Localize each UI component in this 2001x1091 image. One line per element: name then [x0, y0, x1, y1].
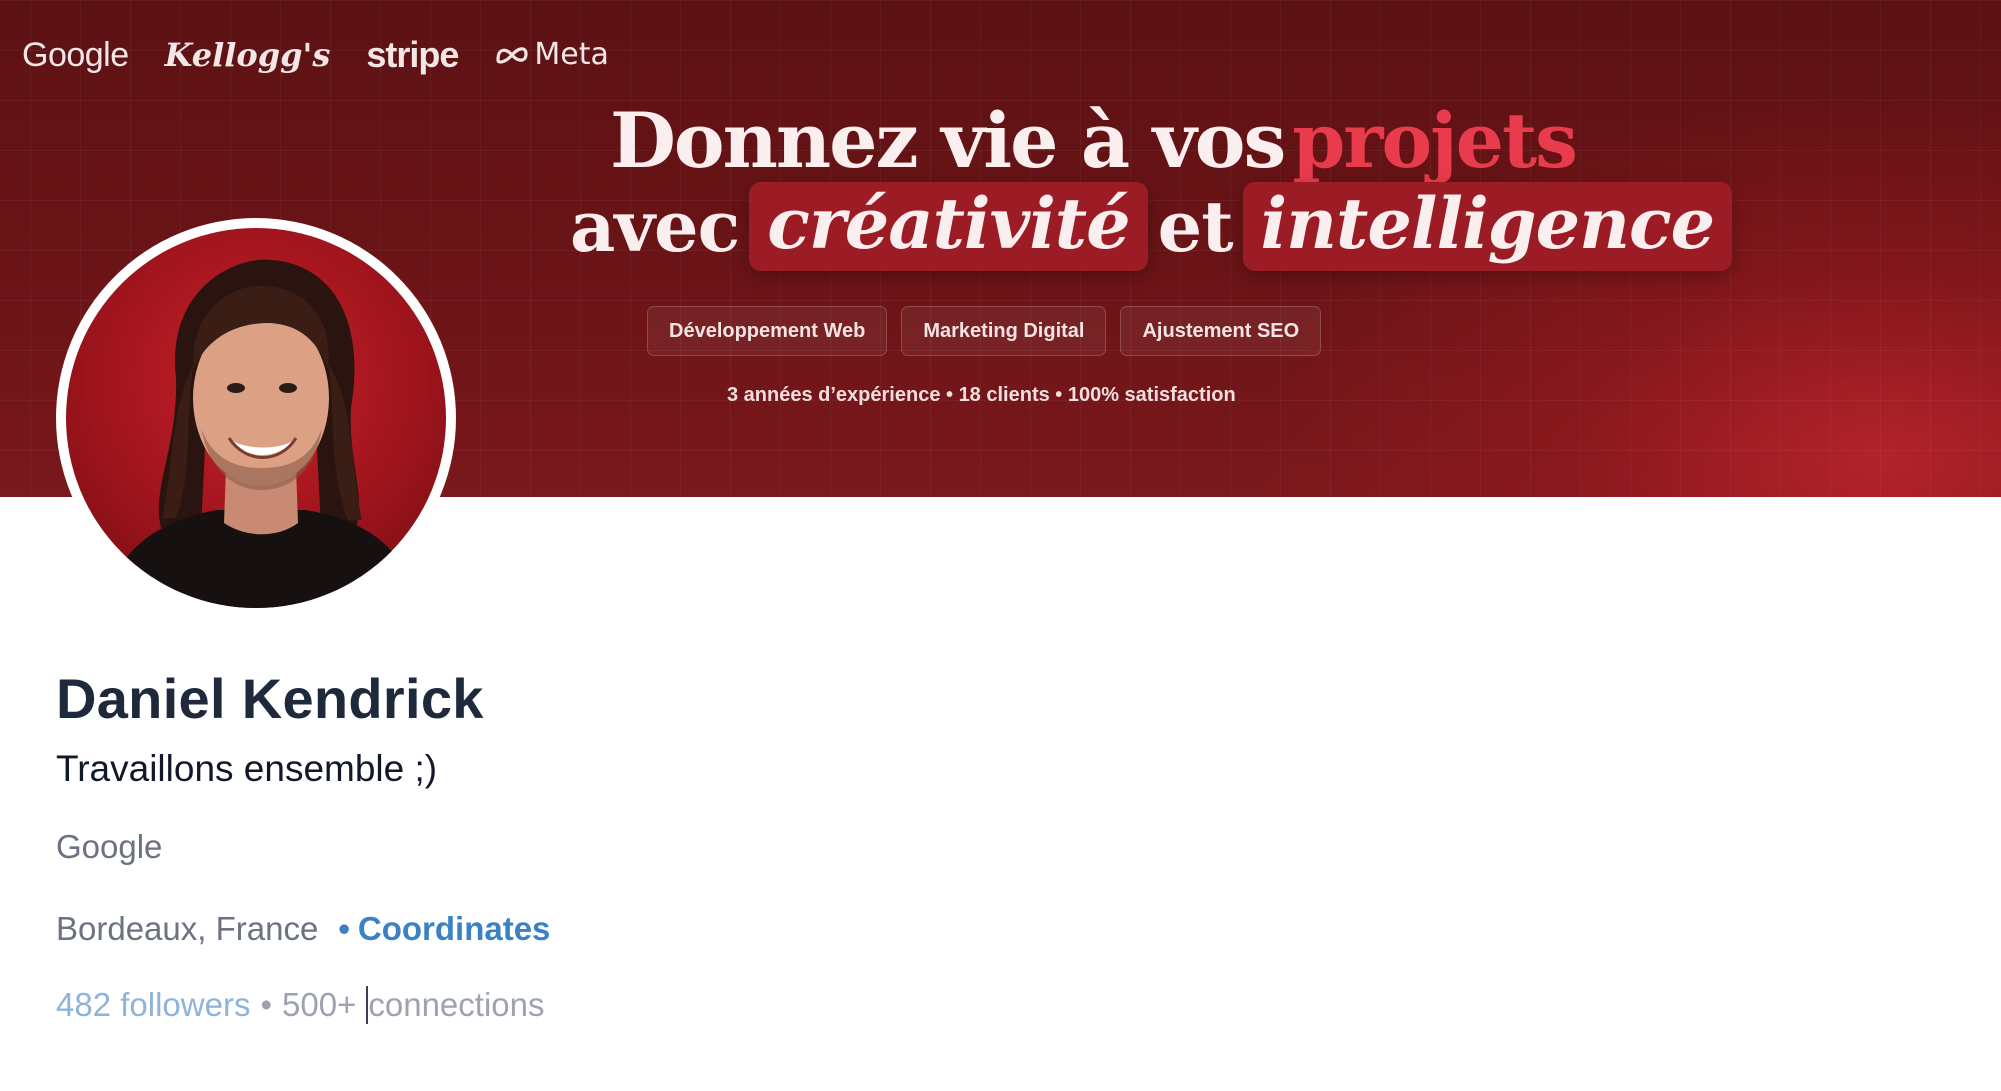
followers-link[interactable]: 482 followers: [56, 986, 250, 1024]
profile-location: Bordeaux, France: [56, 910, 319, 947]
client-logos: Google Kellogg's stripe Meta: [22, 30, 609, 80]
network-row: 482 followers • 500+ connections: [56, 986, 544, 1024]
network-separator: •: [260, 986, 273, 1023]
headline-line-2: avec créativité et intelligence: [570, 182, 1733, 271]
headline-line-1: Donnez vie à vos projets: [610, 96, 1578, 185]
connections-count: 500+: [282, 986, 357, 1023]
person-portrait-icon: [106, 259, 418, 608]
avatar-photo: [66, 228, 446, 608]
headline-avec: avec: [570, 185, 740, 268]
tag-seo: Ajustement SEO: [1120, 306, 1322, 356]
headline-pill-creativite: créativité: [749, 182, 1148, 271]
headline-accent: projets: [1292, 96, 1578, 185]
tag-marketing: Marketing Digital: [901, 306, 1107, 356]
connections-label: connections: [368, 986, 545, 1023]
profile-company[interactable]: Google: [56, 828, 162, 866]
meta-logo-text: Meta: [534, 37, 609, 72]
profile-card: Google Kellogg's stripe Meta Donnez vie …: [0, 0, 2001, 1091]
avatar[interactable]: [56, 218, 456, 618]
profile-headline: Travaillons ensemble ;): [56, 748, 438, 789]
headline-pill-intelligence: intelligence: [1242, 182, 1733, 271]
google-logo: Google: [22, 36, 129, 74]
meta-infinity-icon: [496, 47, 528, 64]
location-row: Bordeaux, France • Coordinates: [56, 910, 550, 948]
headline-text-1: Donnez vie à vos: [610, 96, 1286, 185]
headline-et: et: [1157, 185, 1234, 268]
profile-name: Daniel Kendrick: [56, 667, 484, 730]
location-separator: •: [338, 910, 350, 947]
kelloggs-logo: Kellogg's: [164, 36, 331, 74]
banner-stats-text: 3 années d’expérience • 18 clients • 100…: [727, 384, 1236, 406]
service-tags: Développement Web Marketing Digital Ajus…: [647, 306, 1322, 356]
meta-logo: Meta: [494, 30, 609, 80]
coordinates-link[interactable]: Coordinates: [358, 910, 551, 948]
tag-web-dev: Développement Web: [647, 306, 888, 356]
stripe-logo: stripe: [366, 34, 459, 75]
